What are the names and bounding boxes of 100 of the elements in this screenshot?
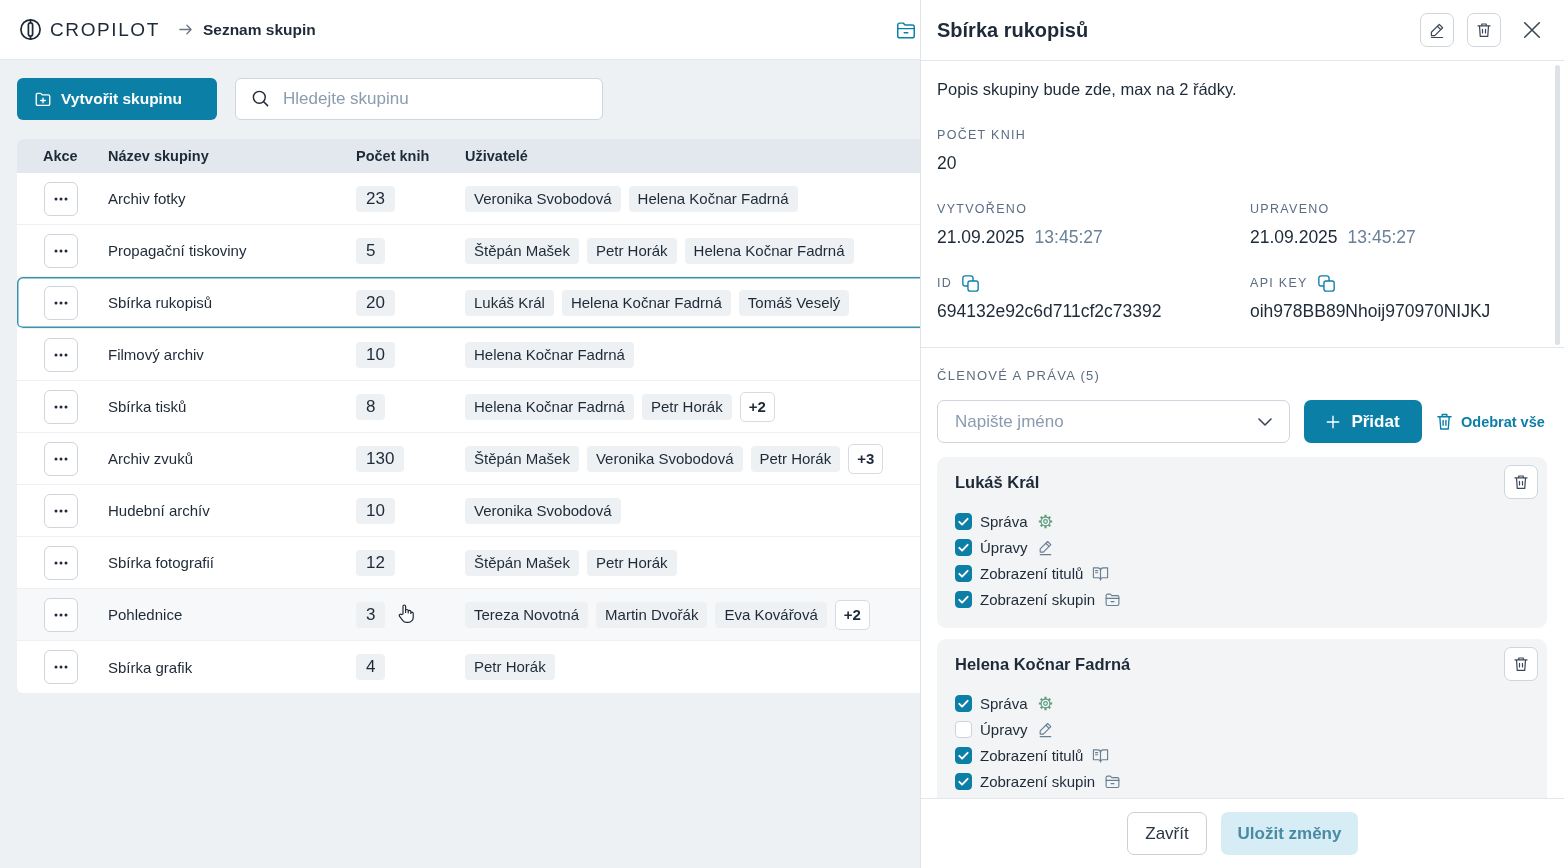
trash-icon	[1437, 413, 1452, 430]
checkbox[interactable]	[955, 564, 972, 582]
field-value: oih978BB89Nhoij970970NIJKJ	[1250, 300, 1491, 323]
user-tag: Lukáš Král	[465, 289, 554, 316]
field-value: 694132e92c6d711cf2c73392	[937, 300, 1162, 323]
book-count: 5	[356, 237, 386, 264]
search-icon	[251, 89, 270, 108]
member-name: Helena Kočnar Fadrná	[955, 654, 1131, 674]
permission-label: Zobrazení titulů	[980, 746, 1084, 764]
hand-cursor-icon	[398, 604, 414, 623]
user-tag: Helena Kočnar Fadrná	[465, 341, 634, 368]
checkbox[interactable]	[955, 694, 972, 712]
folder-plus-icon	[34, 90, 52, 108]
logo-text: CROPILOT	[50, 18, 160, 41]
group-name: Hudební archív	[108, 502, 210, 519]
field-label: UPRAVENO	[1250, 202, 1330, 216]
scrollbar-thumb[interactable]	[1555, 65, 1560, 345]
checkbox[interactable]	[955, 772, 972, 790]
pencil-icon	[1428, 21, 1446, 39]
user-tag: Veronika Svobodová	[465, 185, 621, 212]
copy-icon[interactable]	[962, 274, 980, 292]
checkbox[interactable]	[955, 590, 972, 608]
column-header: Název skupiny	[108, 148, 209, 164]
group-name: Archiv fotky	[108, 190, 186, 207]
more-icon	[54, 508, 68, 513]
close-icon	[1522, 20, 1542, 40]
permission-label: Zobrazení skupin	[980, 590, 1096, 608]
copy-icon[interactable]	[1317, 274, 1335, 292]
field-label: POČET KNIH	[937, 128, 1027, 142]
section-title: ČLENOVÉ A PRÁVA (5)	[937, 368, 1102, 384]
more-icon	[54, 612, 68, 617]
field-time: 13:45:27	[1034, 226, 1103, 249]
user-tag: Martin Dvořák	[596, 601, 708, 628]
more-icon	[54, 352, 68, 357]
checkbox[interactable]	[955, 538, 972, 556]
arrow-right-icon	[177, 22, 193, 37]
group-name: Propagační tiskoviny	[108, 242, 247, 259]
remove-all-button[interactable]: Odebrat vše	[1437, 413, 1545, 430]
user-tag: Veronika Svobodová	[465, 497, 621, 524]
group-name: Pohlednice	[108, 606, 183, 623]
more-icon	[54, 404, 68, 409]
checkbox[interactable]	[955, 746, 972, 764]
more-icon	[54, 665, 68, 669]
user-tag: Petr Horák	[465, 654, 555, 680]
trash-icon	[1512, 655, 1530, 673]
more-users-tag[interactable]: +3	[848, 443, 884, 474]
more-users-tag[interactable]: +2	[834, 599, 870, 630]
group-name: Filmový archiv	[108, 346, 204, 363]
more-icon	[54, 248, 68, 253]
more-icon	[54, 300, 68, 305]
dismiss-button[interactable]: Zavřít	[1127, 812, 1207, 855]
permission-label: Zobrazení skupin	[980, 772, 1096, 790]
book-count: 3	[356, 601, 386, 628]
member-name-field[interactable]: Napište jméno	[937, 400, 1290, 443]
search-field[interactable]: Hledejte skupinu	[235, 78, 603, 120]
trash-icon	[1475, 21, 1493, 39]
member-name: Lukáš Král	[955, 472, 1040, 492]
more-icon	[54, 456, 68, 461]
remove-member-button[interactable]	[1504, 647, 1538, 681]
table-row[interactable]: Sbírka grafik 4 Petr Horák	[17, 641, 920, 693]
user-tag: Petr Horák	[586, 237, 677, 264]
gear-icon	[1036, 694, 1054, 712]
logo-icon	[19, 18, 42, 41]
book-count: 4	[356, 654, 386, 680]
delete-button[interactable]	[1467, 13, 1501, 47]
add-button[interactable]: Přidat	[1304, 400, 1422, 443]
book-count: 8	[356, 393, 386, 420]
user-tag: Helena Kočnar Fadrná	[684, 237, 854, 264]
more-users-tag[interactable]: +2	[739, 391, 775, 422]
close-button[interactable]	[1522, 20, 1542, 40]
column-header: Počet knih	[356, 148, 430, 164]
book-count: 12	[356, 549, 395, 576]
edit-button[interactable]	[1420, 13, 1454, 47]
table-row[interactable]: Sbírka rukopisů 20 Lukáš Král Helena Kočnar Fadrná Tomáš Veselý	[17, 277, 920, 329]
user-tag: Štěpán Mašek	[465, 445, 579, 472]
more-icon	[54, 196, 68, 201]
group-name: Sbírka tisků	[108, 398, 187, 415]
checkbox[interactable]	[955, 512, 972, 530]
field-label: ID	[937, 276, 953, 290]
permission-label: Zobrazení titulů	[980, 564, 1084, 582]
user-tag: Helena Kočnar Fadrná	[561, 289, 731, 316]
book-count: 10	[356, 497, 395, 524]
book-count: 20	[356, 289, 395, 316]
book-count: 23	[356, 185, 395, 212]
user-tag: Eva Kovářová	[715, 601, 827, 628]
permission-label: Úpravy	[980, 538, 1028, 556]
remove-member-button[interactable]	[1504, 465, 1538, 499]
user-tag: Štěpán Mašek	[465, 549, 579, 576]
group-name: Sbírka rukopisů	[108, 294, 213, 311]
user-tag: Petr Horák	[641, 393, 732, 420]
user-tag: Štěpán Mašek	[465, 237, 579, 264]
field-value: 21.09.2025	[937, 226, 1025, 249]
table-row[interactable]: Pohlednice 3 Tereza Novotná Martin Dvořák Eva Kovářová +2	[17, 589, 920, 641]
create-group-button[interactable]: Vytvořit skupinu	[17, 78, 217, 120]
group-name: Sbírka grafik	[108, 658, 193, 676]
field-value: 21.09.2025	[1250, 226, 1338, 249]
gear-icon	[1036, 512, 1054, 530]
book-icon	[1092, 746, 1110, 764]
user-tag: Tereza Novotná	[465, 601, 589, 628]
group-description: Popis skupiny bude zde, max na 2 řádky.	[937, 79, 1238, 100]
